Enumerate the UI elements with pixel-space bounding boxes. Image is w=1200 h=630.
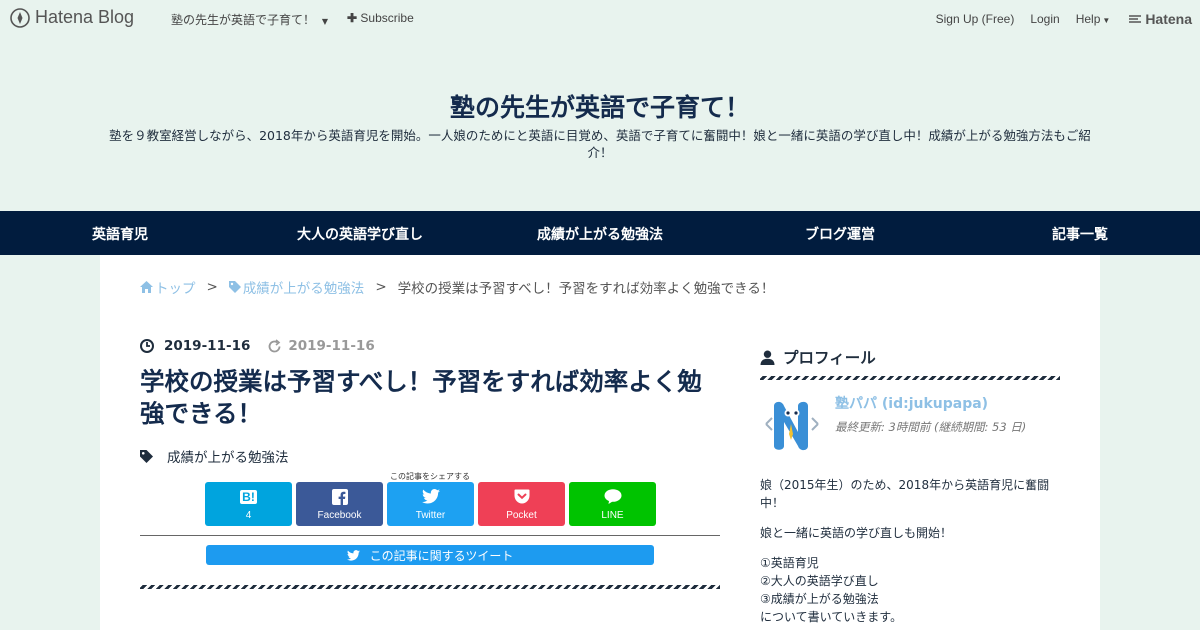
line-icon	[604, 488, 622, 506]
facebook-share-button[interactable]: Facebook	[296, 482, 383, 526]
breadcrumb-category-label: 成績が上がる勉強法	[242, 281, 365, 297]
breadcrumb-separator: >	[375, 279, 387, 295]
published-date[interactable]: 2019-11-16	[164, 338, 250, 354]
breadcrumb-top-label: トップ	[155, 281, 196, 297]
plus-icon: ✚	[347, 11, 358, 25]
caret-down-icon: ▼	[321, 17, 328, 26]
share-divider	[140, 535, 720, 536]
nav-item-english-parenting[interactable]: 英語育児	[92, 224, 148, 244]
blog-selector-label: 塾の先生が英語で子育て！	[171, 13, 316, 27]
updated-date: 2019-11-16	[288, 338, 375, 354]
user-icon	[760, 350, 775, 365]
brand-label: Hatena	[1145, 11, 1192, 27]
subscribe-button[interactable]: ✚ Subscribe	[347, 11, 414, 25]
pocket-icon	[514, 488, 530, 506]
hatena-brand-link[interactable]: Hatena	[1128, 11, 1192, 27]
line-share-button[interactable]: LINE	[569, 482, 656, 526]
signup-link[interactable]: Sign Up (Free)	[936, 12, 1015, 26]
profile-name-link[interactable]: 塾パパ (id:jukupapa)	[835, 393, 988, 413]
hatebu-icon: B!	[240, 488, 257, 506]
twitter-icon	[346, 549, 360, 561]
clock-icon	[140, 339, 154, 353]
pocket-share-button[interactable]: Pocket	[478, 482, 565, 526]
breadcrumb-current: 学校の授業は予習すべし！予習をすれば効率よく勉強できる！	[397, 281, 775, 297]
profile-list-item: ①英語育児	[760, 556, 819, 570]
nav-item-archive[interactable]: 記事一覧	[1052, 224, 1108, 244]
hatena-topbar: Hatena Blog 塾の先生が英語で子育て！ ▼ ✚ Subscribe S…	[0, 0, 1200, 36]
facebook-icon	[331, 488, 348, 506]
hatebu-icon-text: B!	[240, 489, 257, 504]
twitter-share-button[interactable]: Twitter	[387, 482, 474, 526]
topbar-right: Sign Up (Free) Login Help ▼ Hatena	[936, 11, 1192, 27]
article-dates: 2019-11-16 2019-11-16	[140, 338, 375, 354]
hatena-blog-logo[interactable]: Hatena Blog	[10, 7, 134, 28]
related-tweets-button[interactable]: この記事に関するツイート	[206, 545, 654, 565]
breadcrumb-separator: >	[206, 279, 218, 295]
blog-title[interactable]: 塾の先生が英語で子育て！	[0, 88, 1200, 124]
pocket-label: Pocket	[506, 509, 537, 521]
blog-selector[interactable]: 塾の先生が英語で子育て！ ▼	[171, 11, 328, 28]
profile-bio-2: 娘と一緒に英語の学び直しも開始！	[760, 526, 953, 540]
breadcrumb-category[interactable]: 成績が上がる勉強法	[228, 277, 365, 297]
profile-last-updated: 最終更新: 3時間前 (継続期間: 53 日)	[835, 420, 1027, 434]
twitter-label: Twitter	[415, 509, 446, 521]
article-title[interactable]: 学校の授業は予習すべし！予習をすれば効率よく勉強できる！	[140, 366, 720, 430]
related-tweets-label: この記事に関するツイート	[369, 548, 514, 563]
twitter-icon	[421, 488, 440, 506]
profile-list-item: について書いていきます。	[760, 610, 903, 624]
hatebu-count: 4	[245, 509, 252, 521]
refresh-icon	[268, 338, 281, 352]
hatena-logo-icon	[1129, 15, 1142, 23]
profile-list-item: ②大人の英語学び直し	[760, 574, 879, 588]
subscribe-label: Subscribe	[360, 11, 414, 25]
article-category-link[interactable]: 成績が上がる勉強法	[167, 446, 289, 466]
profile-bio-1: 娘（2015年生）のため、2018年から英語育児に奮闘中！	[760, 478, 1050, 510]
logo-text: Hatena Blog	[35, 7, 135, 27]
profile-heading: プロフィール	[760, 346, 876, 368]
share-caption: この記事をシェアする	[390, 472, 470, 481]
profile-list-item: ③成績が上がる勉強法	[760, 592, 879, 606]
line-label: LINE	[601, 509, 624, 521]
profile-stripe-divider	[760, 376, 1060, 380]
breadcrumb: トップ > 成績が上がる勉強法 > 学校の授業は予習すべし！予習をすれば効率よく…	[140, 277, 774, 297]
article-stripe-divider	[140, 585, 720, 589]
blog-description: 塾を９教室経営しながら、2018年から英語育児を開始。一人娘のためにと英語に目覚…	[109, 128, 1091, 160]
help-label: Help	[1075, 12, 1101, 26]
tag-icon	[140, 449, 153, 463]
article-category: 成績が上がる勉強法	[140, 446, 289, 466]
tag-icon	[228, 281, 241, 293]
nav-item-adult-relearning[interactable]: 大人の英語学び直し	[297, 224, 423, 244]
avatar[interactable]	[762, 394, 822, 454]
pen-icon	[10, 7, 30, 28]
breadcrumb-top[interactable]: トップ	[140, 277, 196, 297]
facebook-label: Facebook	[317, 509, 362, 521]
nav-item-study-methods[interactable]: 成績が上がる勉強法	[537, 224, 663, 244]
help-menu[interactable]: Help ▼	[1076, 12, 1111, 26]
hatebu-share-button[interactable]: B! 4	[205, 482, 292, 526]
nav-item-blog-management[interactable]: ブログ運営	[805, 224, 875, 244]
global-nav: 英語育児 大人の英語学び直し 成績が上がる勉強法 ブログ運営 記事一覧	[0, 211, 1200, 255]
login-link[interactable]: Login	[1030, 12, 1059, 26]
profile-heading-label: プロフィール	[783, 349, 876, 367]
caret-down-icon: ▼	[1102, 16, 1111, 25]
home-icon	[140, 281, 153, 293]
